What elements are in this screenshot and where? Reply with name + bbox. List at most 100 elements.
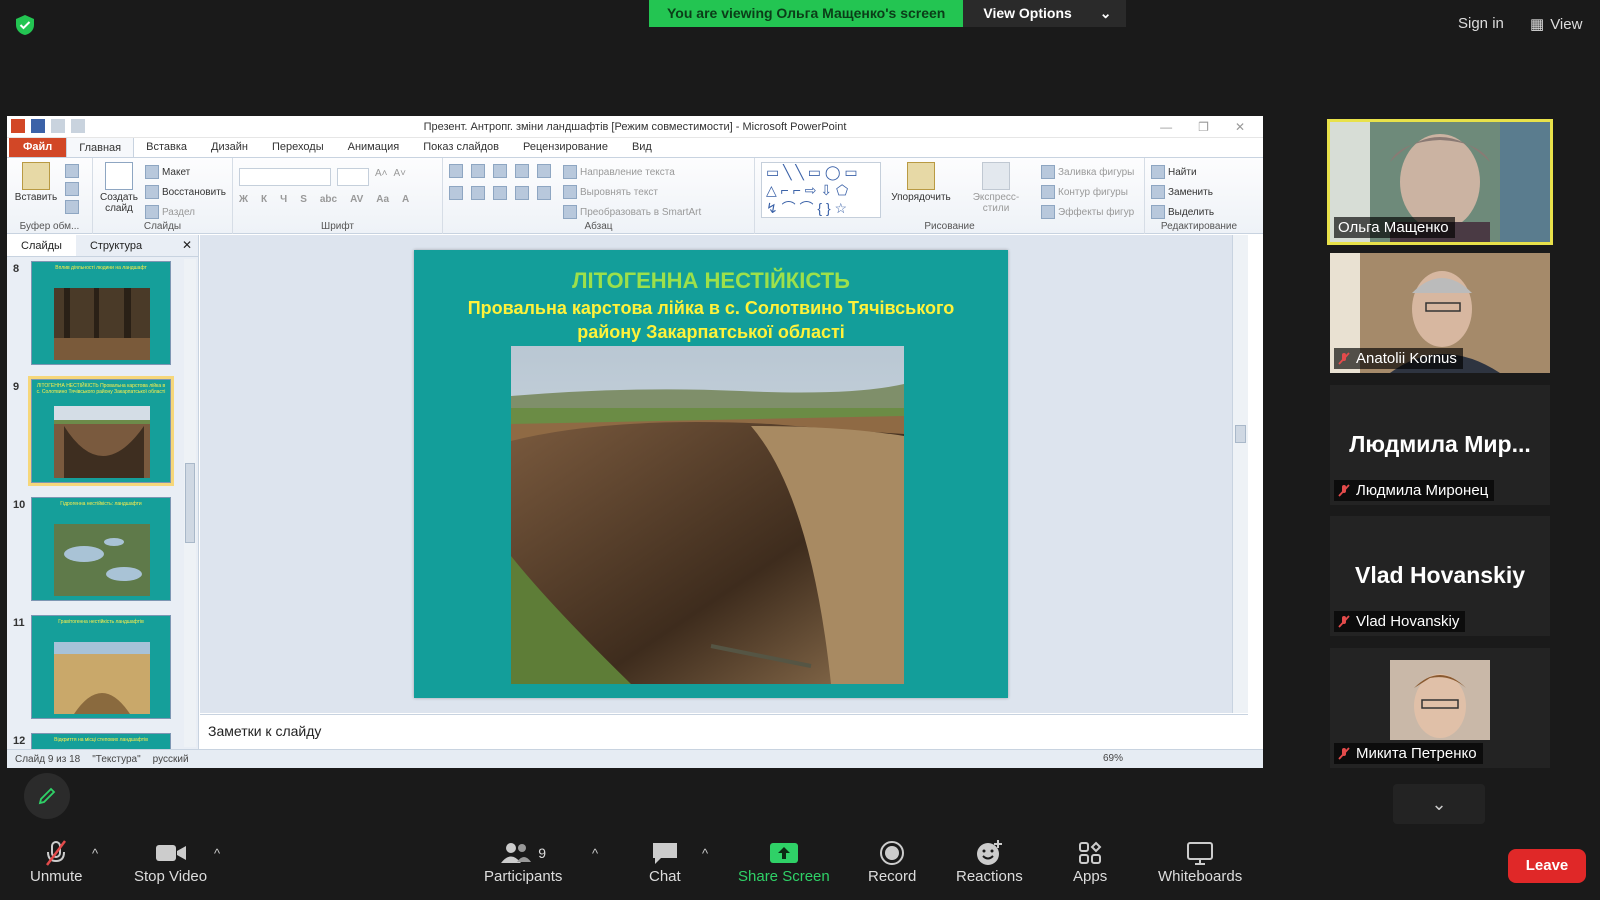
change-case-icon[interactable]: Aa bbox=[376, 194, 389, 205]
cut-icon[interactable] bbox=[65, 164, 79, 178]
shape-effects-button[interactable]: Эффекты фигур bbox=[1041, 202, 1134, 222]
save-icon[interactable] bbox=[31, 119, 45, 133]
close-icon[interactable]: ✕ bbox=[182, 238, 192, 252]
video-options-caret-icon[interactable]: ^ bbox=[214, 846, 220, 861]
tab-file[interactable]: Файл bbox=[9, 137, 67, 157]
leave-button[interactable]: Leave bbox=[1508, 849, 1586, 883]
participant-tile[interactable]: Anatolii Kornus bbox=[1330, 253, 1550, 373]
shrink-font-icon[interactable]: A˅ bbox=[394, 168, 407, 186]
tab-insert[interactable]: Вставка bbox=[134, 137, 199, 157]
tab-slideshow[interactable]: Показ слайдов bbox=[411, 137, 511, 157]
arrange-button[interactable]: Упорядочить bbox=[891, 162, 951, 222]
participant-tile[interactable]: Микита Петренко bbox=[1330, 648, 1550, 768]
undo-icon[interactable] bbox=[51, 119, 65, 133]
language[interactable]: русский bbox=[153, 754, 189, 765]
notes-pane[interactable]: Заметки к слайду bbox=[200, 714, 1248, 750]
tab-slides[interactable]: Слайды bbox=[7, 235, 76, 256]
find-button[interactable]: Найти bbox=[1151, 162, 1247, 182]
close-icon[interactable]: ✕ bbox=[1235, 116, 1245, 138]
reset-button[interactable]: Восстановить bbox=[144, 182, 226, 202]
minimize-icon[interactable]: — bbox=[1160, 116, 1172, 138]
tab-design[interactable]: Дизайн bbox=[199, 137, 260, 157]
italic-icon[interactable]: К bbox=[261, 194, 267, 205]
record-button[interactable]: Record bbox=[868, 838, 916, 885]
tab-view[interactable]: Вид bbox=[620, 137, 664, 157]
participants-options-caret-icon[interactable]: ^ bbox=[592, 846, 598, 861]
redo-icon[interactable] bbox=[71, 119, 85, 133]
paste-button[interactable]: Вставить bbox=[13, 162, 59, 214]
align-left-icon[interactable] bbox=[449, 186, 463, 200]
tab-home[interactable]: Главная bbox=[66, 137, 135, 157]
slide-thumbnail[interactable]: 11 Гравітогенна нестійкість ландшафтів bbox=[7, 611, 198, 729]
font-size-select[interactable] bbox=[337, 168, 369, 186]
slide-thumbnail[interactable]: 8 Вплив діяльності людини на ландшафт bbox=[7, 257, 198, 375]
align-center-icon[interactable] bbox=[471, 186, 485, 200]
underline-icon[interactable]: Ч bbox=[280, 194, 287, 205]
tab-animation[interactable]: Анимация bbox=[336, 137, 412, 157]
columns-icon[interactable] bbox=[537, 186, 551, 200]
grow-font-icon[interactable]: A˄ bbox=[375, 168, 388, 186]
participants-button[interactable]: 9 Participants bbox=[484, 838, 562, 885]
bullets-icon[interactable] bbox=[449, 164, 463, 178]
restore-icon[interactable]: ❐ bbox=[1198, 116, 1209, 138]
shield-check-icon[interactable] bbox=[14, 14, 36, 36]
new-slide-button[interactable]: Создать слайд bbox=[99, 162, 139, 222]
view-options-button[interactable]: View Options ⌄ bbox=[963, 0, 1126, 27]
audio-options-caret-icon[interactable]: ^ bbox=[92, 846, 98, 861]
slide-thumbnail[interactable]: 10 Гідрогенна нестійкість: ландшафти bbox=[7, 493, 198, 611]
smartart-button[interactable]: Преобразовать в SmartArt bbox=[563, 202, 701, 222]
current-slide[interactable]: ЛІТОГЕННА НЕСТІЙКІСТЬ Провальна карстова… bbox=[414, 250, 1008, 698]
share-screen-button[interactable]: Share Screen bbox=[738, 838, 830, 885]
copy-icon[interactable] bbox=[65, 182, 79, 196]
increase-indent-icon[interactable] bbox=[515, 164, 529, 178]
slides-pane-tabs: Слайды Структура bbox=[7, 235, 198, 257]
tab-outline[interactable]: Структура bbox=[76, 235, 156, 256]
annotate-pencil-button[interactable] bbox=[24, 773, 70, 819]
strikethrough-icon[interactable]: abc bbox=[320, 194, 337, 205]
apps-button[interactable]: Apps bbox=[1073, 838, 1107, 885]
edit-area-scrollbar[interactable] bbox=[1232, 235, 1248, 713]
shapes-gallery[interactable]: ▭ ╲ ╲ ▭ ◯ ▭ △ ⌐ ⌐ ⇨ ⇩ ⬠ ↯ ⌒ ⌒ { } ☆ bbox=[761, 162, 881, 218]
scroll-thumb[interactable] bbox=[1235, 425, 1246, 443]
align-text-button[interactable]: Выровнять текст bbox=[563, 182, 701, 202]
shape-outline-button[interactable]: Контур фигуры bbox=[1041, 182, 1134, 202]
unmute-button[interactable]: Unmute bbox=[30, 838, 83, 885]
font-color-icon[interactable]: A bbox=[402, 194, 409, 205]
reactions-button[interactable]: Reactions bbox=[956, 838, 1023, 885]
bold-icon[interactable]: Ж bbox=[239, 194, 248, 205]
slide-thumbnail[interactable]: 9 ЛІТОГЕННА НЕСТІЙКІСТЬ Провальна карсто… bbox=[7, 375, 198, 493]
format-painter-icon[interactable] bbox=[65, 200, 79, 214]
gallery-scroll-down-button[interactable]: ⌄ bbox=[1393, 784, 1485, 824]
participant-tile[interactable]: Ольга Мащенко bbox=[1327, 119, 1553, 245]
line-spacing-icon[interactable] bbox=[537, 164, 551, 178]
tab-review[interactable]: Рецензирование bbox=[511, 137, 620, 157]
align-right-icon[interactable] bbox=[493, 186, 507, 200]
section-button[interactable]: Раздел bbox=[144, 202, 226, 222]
sign-in-link[interactable]: Sign in bbox=[1458, 15, 1504, 32]
chat-options-caret-icon[interactable]: ^ bbox=[702, 846, 708, 861]
font-name-select[interactable] bbox=[239, 168, 331, 186]
select-button[interactable]: Выделить bbox=[1151, 202, 1247, 222]
justify-icon[interactable] bbox=[515, 186, 529, 200]
spacing-icon[interactable]: AV bbox=[350, 194, 363, 205]
tab-transitions[interactable]: Переходы bbox=[260, 137, 336, 157]
stop-video-button[interactable]: Stop Video bbox=[134, 838, 207, 885]
participant-tile[interactable]: Людмила Мир... Людмила Миронец bbox=[1330, 385, 1550, 505]
slides-pane-scrollbar[interactable] bbox=[184, 259, 196, 747]
slide-thumbnail[interactable]: 12 Відкриття на місці степових ландшафті… bbox=[7, 729, 198, 749]
layout-button[interactable]: Макет bbox=[144, 162, 226, 182]
slide-edit-area: ЛІТОГЕННА НЕСТІЙКІСТЬ Провальна карстова… bbox=[200, 235, 1248, 713]
shadow-icon[interactable]: S bbox=[300, 194, 307, 205]
numbering-icon[interactable] bbox=[471, 164, 485, 178]
chat-button[interactable]: Chat bbox=[649, 838, 681, 885]
shape-fill-button[interactable]: Заливка фигуры bbox=[1041, 162, 1134, 182]
replace-button[interactable]: Заменить bbox=[1151, 182, 1247, 202]
zoom-level[interactable]: 69% bbox=[1103, 753, 1123, 764]
scroll-thumb[interactable] bbox=[185, 463, 195, 543]
view-button[interactable]: ▦ View bbox=[1530, 15, 1582, 34]
decrease-indent-icon[interactable] bbox=[493, 164, 507, 178]
whiteboards-button[interactable]: Whiteboards bbox=[1158, 838, 1242, 885]
quick-styles-button[interactable]: Экспресс-стили bbox=[961, 162, 1031, 222]
participant-tile[interactable]: Vlad Hovanskiy Vlad Hovanskiy bbox=[1330, 516, 1550, 636]
text-direction-button[interactable]: Направление текста bbox=[563, 162, 701, 182]
